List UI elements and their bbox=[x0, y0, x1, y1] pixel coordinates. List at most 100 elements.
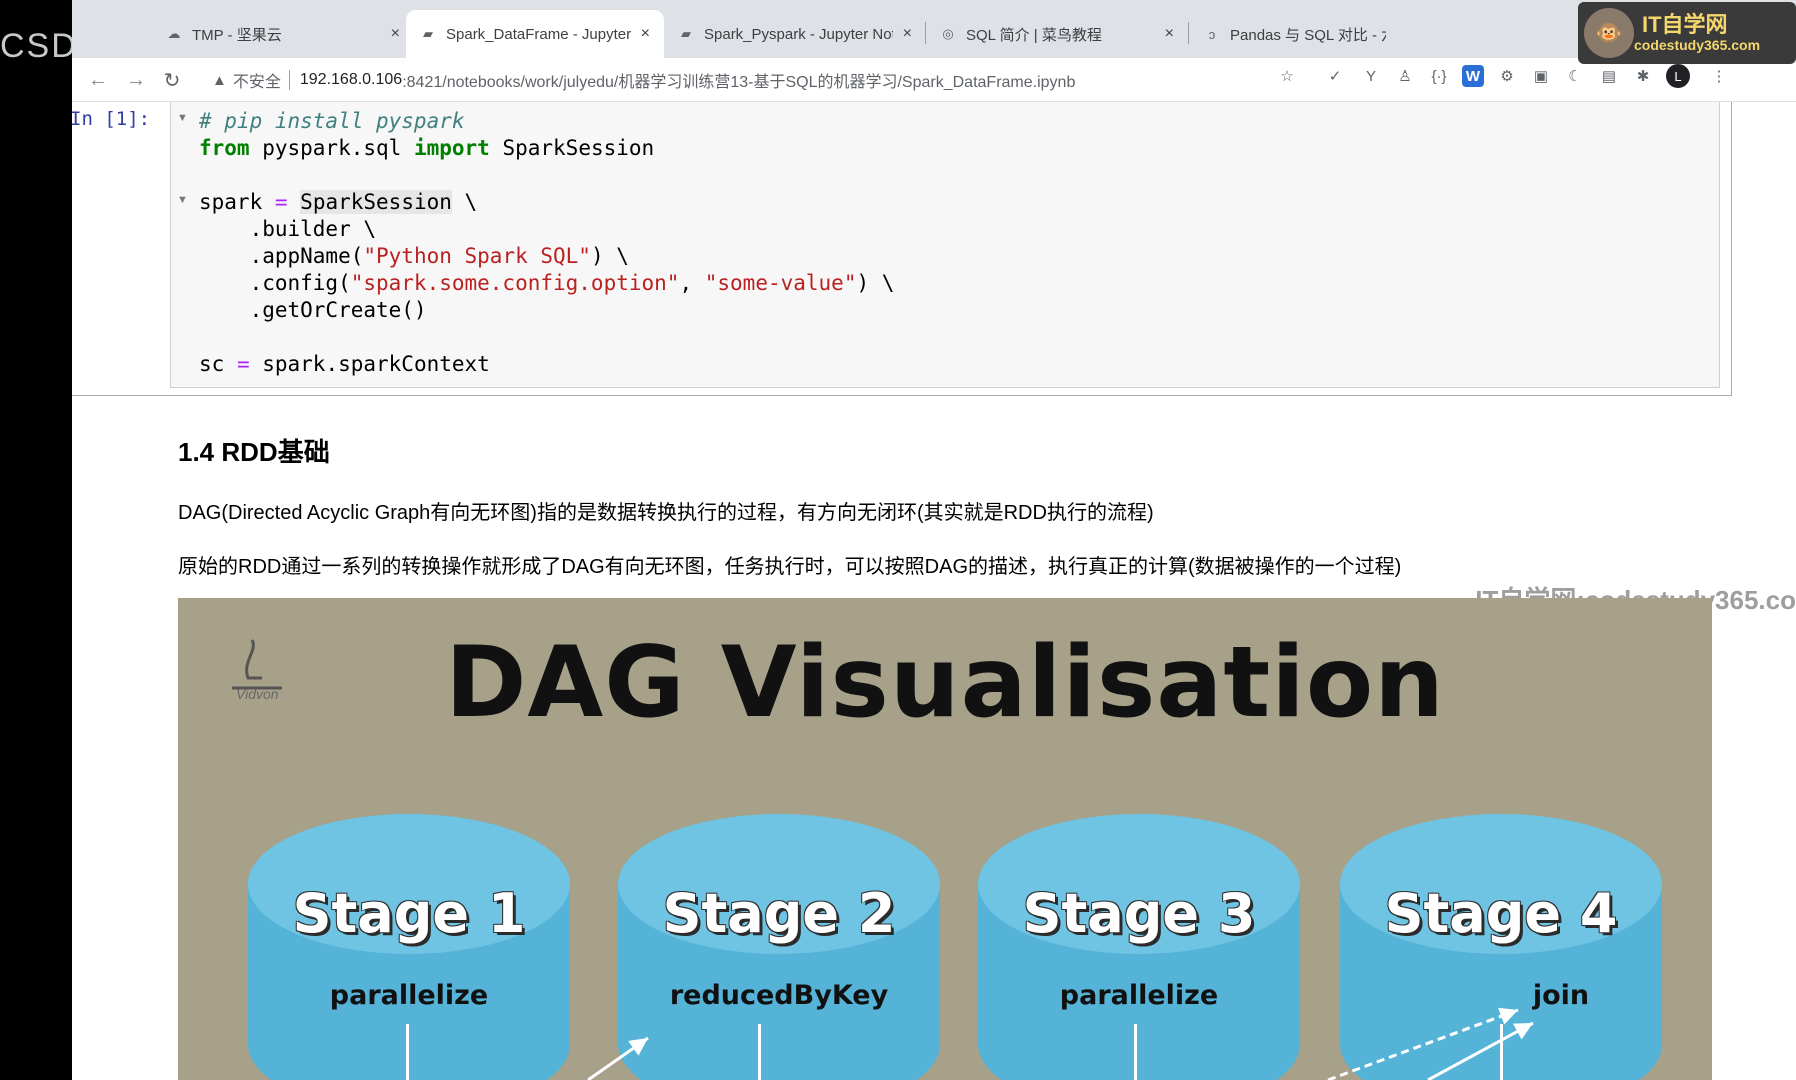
browser-window: ☁ TMP - 坚果云 × ▰ Spark_DataFrame - Jupyte… bbox=[72, 0, 1796, 1080]
zhihu-icon: ↄ bbox=[1208, 26, 1216, 42]
moon-icon[interactable]: ☾ bbox=[1564, 65, 1586, 87]
stage-label: Stage 3 bbox=[1022, 882, 1256, 945]
address-divider bbox=[288, 70, 290, 90]
highlighted-match: SparkSession bbox=[300, 190, 452, 214]
tab-title: Spark_DataFrame - Jupyter Nc bbox=[446, 25, 631, 43]
fold-arrow-icon[interactable]: ▼ bbox=[177, 112, 188, 124]
badge-subtitle: codestudy365.com bbox=[1634, 37, 1761, 53]
extension-icon[interactable]: {·} bbox=[1428, 65, 1450, 87]
tab-strip: ☁ TMP - 坚果云 × ▰ Spark_DataFrame - Jupyte… bbox=[72, 0, 1796, 58]
code-text: ) \ bbox=[590, 244, 629, 268]
menu-icon[interactable]: ⋮ bbox=[1708, 65, 1730, 87]
code-line-7: .config("spark.some.config.option", "som… bbox=[199, 270, 895, 296]
code-text: sc bbox=[199, 352, 237, 376]
keyword: from bbox=[199, 136, 250, 160]
tab-divider bbox=[1188, 22, 1189, 44]
forward-icon[interactable]: → bbox=[122, 66, 150, 94]
code-comment: # pip install pyspark bbox=[199, 109, 465, 133]
section-heading: 1.4 RDD基础 bbox=[178, 437, 330, 467]
code-text: spark.sparkContext bbox=[249, 352, 490, 376]
url-host: 192.168.0.106 bbox=[299, 71, 403, 88]
dag-visualisation-image: Vidvon DAG Visualisation Stage 1 paralle… bbox=[178, 598, 1712, 1080]
extension-icon[interactable]: Y bbox=[1360, 65, 1382, 87]
code-line-8: .getOrCreate() bbox=[199, 298, 427, 322]
close-icon[interactable]: × bbox=[641, 25, 650, 43]
stage-operation: join bbox=[1532, 980, 1590, 1011]
code-text: .appName( bbox=[199, 244, 364, 268]
dag-title: DAG Visualisation bbox=[445, 626, 1445, 740]
flow-line bbox=[758, 1024, 761, 1080]
code-line-1: # pip install pyspark bbox=[199, 108, 465, 134]
tab-title: Spark_Pyspark - Jupyter Note bbox=[704, 25, 893, 43]
operator: = bbox=[236, 352, 250, 376]
code-editor[interactable]: ▼ ▼ # pip install pyspark from pyspark.s… bbox=[170, 102, 1720, 388]
code-cell[interactable]: In [1]: ▼ ▼ # pip install pyspark from p… bbox=[72, 102, 1732, 396]
stage-operation: reducedByKey bbox=[669, 980, 889, 1011]
stage-2-cylinder: Stage 2 reducedByKey bbox=[618, 814, 940, 1080]
tab-title: Pandas 与 SQL 对比 - 六尺 bbox=[1230, 26, 1386, 44]
stage-operation: parallelize bbox=[329, 980, 489, 1011]
string-literal: "spark.some.config.option" bbox=[350, 271, 680, 295]
keyword: import bbox=[413, 136, 490, 160]
code-text: pyspark.sql bbox=[249, 136, 414, 160]
code-line-10: sc = spark.sparkContext bbox=[199, 351, 490, 377]
tab-title: SQL 简介 | 菜鸟教程 bbox=[966, 26, 1102, 44]
stage-1-cylinder: Stage 1 parallelize bbox=[248, 814, 570, 1080]
code-text: .config( bbox=[199, 271, 351, 295]
notebook-area: In [1]: ▼ ▼ # pip install pyspark from p… bbox=[72, 102, 1796, 1080]
extension-icon[interactable]: ⚙ bbox=[1496, 65, 1518, 87]
check-icon[interactable]: ✓ bbox=[1324, 65, 1346, 87]
string-literal: "Python Spark SQL" bbox=[363, 244, 591, 268]
code-text: SparkSession bbox=[489, 136, 655, 160]
code-line-5: .builder \ bbox=[199, 217, 377, 241]
puzzle-icon[interactable]: ✱ bbox=[1632, 65, 1654, 87]
stage-label: Stage 1 bbox=[292, 882, 526, 945]
code-line-6: .appName("Python Spark SQL") \ bbox=[199, 243, 629, 269]
flow-line bbox=[1134, 1024, 1137, 1080]
extension-icon[interactable]: W bbox=[1462, 65, 1484, 87]
tab-title: TMP - 坚果云 bbox=[192, 26, 282, 44]
tab-spark-dataframe[interactable]: ▰ Spark_DataFrame - Jupyter Nc × bbox=[406, 10, 664, 58]
extension-icon[interactable]: ♙ bbox=[1394, 65, 1416, 87]
cloud-icon: ☁ bbox=[167, 26, 181, 41]
address-bar[interactable]: ▲ 不安全 192.168.0.106 :8421/notebooks/work… bbox=[212, 62, 1372, 98]
back-icon[interactable]: ← bbox=[84, 66, 112, 94]
site-badge-watermark: 🐵 IT自学网 codestudy365.com bbox=[1578, 2, 1796, 64]
extension-icon[interactable]: ▣ bbox=[1530, 65, 1552, 87]
tab-pandas-sql[interactable]: ↄ Pandas 与 SQL 对比 - 六尺 bbox=[1190, 10, 1400, 58]
badge-title: IT自学网 bbox=[1642, 12, 1728, 37]
tab-sql-intro[interactable]: ◎ SQL 简介 | 菜鸟教程 × bbox=[926, 10, 1188, 58]
profile-avatar[interactable]: L bbox=[1666, 64, 1690, 88]
notebook-icon: ▰ bbox=[681, 26, 691, 41]
stage-label: Stage 4 bbox=[1384, 882, 1618, 945]
close-icon[interactable]: × bbox=[391, 25, 400, 43]
code-text: spark bbox=[199, 190, 275, 214]
tab-tmp[interactable]: ☁ TMP - 坚果云 × bbox=[152, 10, 414, 58]
reload-icon[interactable]: ↻ bbox=[158, 66, 186, 94]
tab-spark-pyspark[interactable]: ▰ Spark_Pyspark - Jupyter Note × bbox=[664, 10, 926, 58]
url-path: :8421/notebooks/work/julyedu/机器学习训练营13-基… bbox=[402, 74, 1076, 91]
monkey-avatar-icon: 🐵 bbox=[1584, 8, 1634, 58]
stage-3-cylinder: Stage 3 parallelize bbox=[978, 814, 1300, 1080]
runoob-icon: ◎ bbox=[942, 26, 954, 41]
paragraph-dag-formation: 原始的RDD通过一系列的转换操作就形成了DAG有向无环图，任务执行时，可以按照D… bbox=[178, 556, 1402, 578]
code-text: , bbox=[679, 271, 705, 295]
code-line-2: from pyspark.sql import SparkSession bbox=[199, 135, 654, 161]
stage-operation: parallelize bbox=[1059, 980, 1219, 1011]
extension-icon[interactable]: ▤ bbox=[1598, 65, 1620, 87]
close-icon[interactable]: × bbox=[1165, 25, 1174, 43]
operator: = bbox=[274, 190, 288, 214]
stage-label: Stage 2 bbox=[662, 882, 896, 945]
paragraph-dag-definition: DAG(Directed Acyclic Graph有向无环图)指的是数据转换执… bbox=[178, 502, 1154, 524]
notebook-icon: ▰ bbox=[423, 26, 433, 41]
security-label: 不安全 bbox=[232, 74, 281, 91]
flow-line bbox=[1500, 1024, 1503, 1080]
code-line-4: spark = SparkSession \ bbox=[199, 189, 477, 215]
fold-arrow-icon[interactable]: ▼ bbox=[177, 194, 188, 206]
close-icon[interactable]: × bbox=[903, 25, 912, 43]
code-text: \ bbox=[451, 190, 478, 214]
bookmark-star-icon[interactable]: ☆ bbox=[1276, 65, 1298, 87]
stage-4-cylinder: Stage 4 join bbox=[1340, 814, 1662, 1080]
code-text: ) \ bbox=[856, 271, 895, 295]
